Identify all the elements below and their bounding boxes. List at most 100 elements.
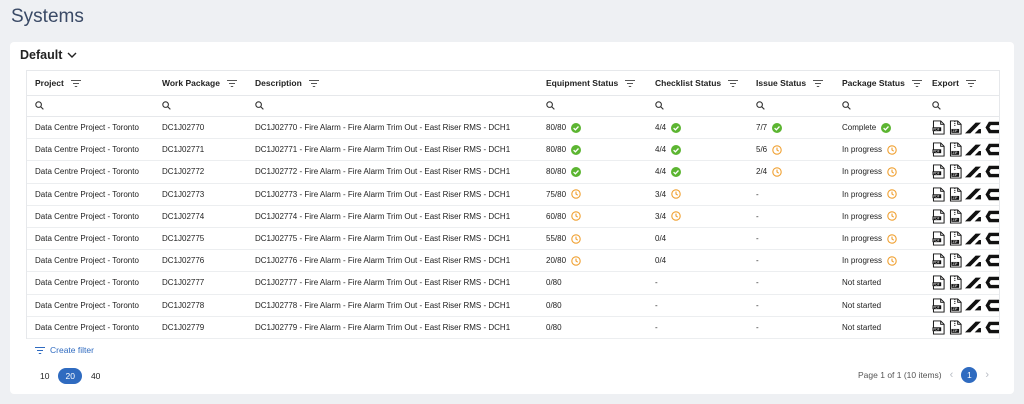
search-icon[interactable] [756,101,765,110]
autodesk-logo-icon[interactable] [965,166,982,178]
column-search-cell[interactable] [27,95,154,117]
search-icon[interactable] [546,101,555,110]
column-filter-icon[interactable] [308,79,319,87]
autodesk-logo-icon[interactable] [965,321,982,333]
description-cell: DC1J02773 - Fire Alarm - Fire Alarm Trim… [247,183,538,206]
zip-file-icon[interactable]: ZIP [949,120,963,135]
page-button-1[interactable]: 1 [961,367,978,383]
column-search-cell[interactable] [154,95,247,117]
column-header[interactable]: Project [27,71,154,96]
procore-logo-icon[interactable] [984,143,1000,156]
svg-text:PDF: PDF [933,283,939,287]
zip-file-icon[interactable]: ZIP [949,320,963,335]
search-icon[interactable] [162,101,171,110]
column-filter-icon[interactable] [226,79,237,87]
column-search-cell[interactable] [647,95,748,117]
table-row[interactable]: Data Centre Project - Toronto DC1J02772 DC… [27,160,1000,184]
column-search-cell[interactable] [247,95,538,117]
checklist-status-cell-value: 4/4 [655,167,667,177]
zip-file-icon[interactable]: ZIP [949,253,963,268]
page-size-option[interactable]: 20 [58,368,82,384]
column-search-cell[interactable] [834,95,924,117]
equipment-status-cell-value: 55/80 [546,234,567,244]
procore-logo-icon[interactable] [984,210,1000,223]
autodesk-logo-icon[interactable] [965,233,982,245]
pagination-info: Page 1 of 1 (10 items) [858,370,942,380]
pdf-file-icon[interactable]: PDF [932,209,946,224]
table-row[interactable]: Data Centre Project - Toronto DC1J02771 DC… [27,138,1000,162]
pdf-file-icon[interactable]: PDF [932,298,946,313]
column-header[interactable]: Checklist Status [647,71,748,96]
export-cell: PDF ZIP [924,205,1000,228]
table-row[interactable]: Data Centre Project - Toronto DC1J02777 DC… [27,271,999,295]
column-filter-icon[interactable] [625,79,636,87]
procore-logo-icon[interactable] [984,321,1000,334]
autodesk-logo-icon[interactable] [965,188,982,200]
pdf-file-icon[interactable]: PDF [932,253,946,268]
search-icon[interactable] [35,101,44,110]
autodesk-logo-icon[interactable] [965,277,982,289]
pdf-file-icon[interactable]: PDF [932,120,946,135]
procore-logo-icon[interactable] [984,165,1000,178]
page-size-option[interactable]: 40 [85,368,106,384]
column-header[interactable]: Export [924,71,999,96]
zip-file-icon[interactable]: ZIP [949,298,963,313]
pdf-file-icon[interactable]: PDF [932,320,946,335]
column-header[interactable]: Description [247,71,538,96]
description-cell: DC1J02775 - Fire Alarm - Fire Alarm Trim… [247,227,538,251]
column-header[interactable]: Package Status [834,71,924,96]
table-row[interactable]: Data Centre Project - Toronto DC1J02774 DC… [27,205,1000,228]
autodesk-logo-icon[interactable] [965,122,982,134]
header-row: Project Work Package Description Equipment … [27,71,999,96]
zip-file-icon[interactable]: ZIP [949,187,963,202]
procore-logo-icon[interactable] [984,188,1000,201]
autodesk-logo-icon[interactable] [965,210,982,222]
zip-file-icon[interactable]: ZIP [949,142,963,157]
column-filter-icon[interactable] [70,79,81,87]
zip-file-icon[interactable]: ZIP [949,164,963,180]
table-row[interactable]: Data Centre Project - Toronto DC1J02779 DC… [27,316,1000,339]
create-filter-button[interactable]: Create filter [35,345,94,355]
search-icon[interactable] [932,101,941,110]
pdf-file-icon[interactable]: PDF [932,275,946,290]
procore-logo-icon[interactable] [984,121,1000,134]
procore-logo-icon[interactable] [984,276,1000,289]
table-row[interactable]: Data Centre Project - Toronto DC1J02770 DC… [27,116,1000,140]
pdf-file-icon[interactable]: PDF [932,142,946,157]
project-cell: Data Centre Project - Toronto [27,160,154,184]
pdf-file-icon[interactable]: PDF [932,164,946,180]
procore-logo-icon[interactable] [984,232,1000,245]
zip-file-icon[interactable]: ZIP [949,231,963,246]
autodesk-logo-icon[interactable] [965,144,982,156]
column-search-cell[interactable] [748,95,834,117]
prev-page-button[interactable]: ‹ [950,369,954,381]
search-icon[interactable] [655,101,664,110]
table-row[interactable]: Data Centre Project - Toronto DC1J02778 DC… [27,294,1000,317]
view-selector[interactable]: Default [20,48,77,62]
procore-logo-icon[interactable] [984,254,1000,267]
search-icon[interactable] [255,101,264,110]
column-header[interactable]: Issue Status [748,71,834,96]
pdf-file-icon[interactable]: PDF [932,187,946,202]
table-row[interactable]: Data Centre Project - Toronto DC1J02775 DC… [27,227,1000,251]
page-size-option[interactable]: 10 [34,368,55,384]
autodesk-logo-icon[interactable] [965,299,982,311]
search-icon[interactable] [842,101,851,110]
pdf-file-icon[interactable]: PDF [932,231,946,246]
table-row[interactable]: Data Centre Project - Toronto DC1J02776 DC… [27,249,1000,273]
autodesk-logo-icon[interactable] [965,255,982,267]
column-search-cell[interactable] [538,95,647,117]
zip-file-icon[interactable]: ZIP [949,209,963,224]
column-header[interactable]: Equipment Status [538,71,647,96]
column-filter-icon[interactable] [965,79,976,87]
table-row[interactable]: Data Centre Project - Toronto DC1J02773 DC… [27,183,1000,206]
column-filter-icon[interactable] [813,79,824,87]
column-filter-icon[interactable] [728,79,739,87]
column-header[interactable]: Work Package [154,71,247,96]
next-page-button[interactable]: › [985,369,989,381]
column-search-cell[interactable] [924,95,999,117]
zip-file-icon[interactable]: ZIP [949,275,963,290]
column-filter-icon[interactable] [911,79,922,87]
export-icons: PDF ZIP [932,275,999,290]
procore-logo-icon[interactable] [984,299,1000,312]
